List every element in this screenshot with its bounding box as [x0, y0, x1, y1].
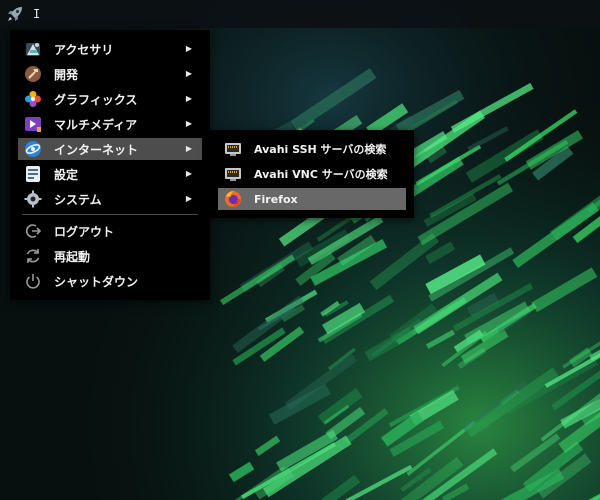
menu-item-system[interactable]: システム ▶ [18, 188, 202, 210]
network-server-icon [223, 164, 243, 184]
menu-item-accessories[interactable]: アクセサリ ▶ [18, 38, 202, 60]
chevron-right-icon: ▶ [185, 94, 192, 103]
graphics-icon [23, 89, 43, 109]
menu-item-internet[interactable]: インターネット ▶ [18, 138, 202, 160]
rocket-icon[interactable] [4, 3, 26, 25]
development-icon [23, 64, 43, 84]
reboot-icon [23, 246, 43, 266]
network-server-icon [223, 139, 243, 159]
firefox-icon [223, 189, 243, 209]
application-menu: アクセサリ ▶ 開発 ▶ グラフィックス ▶ マルチメディア ▶ インターネット… [10, 30, 210, 300]
menu-item-settings[interactable]: 設定 ▶ [18, 163, 202, 185]
menu-item-reboot[interactable]: 再起動 [18, 245, 202, 267]
internet-submenu: Avahi SSH サーバの検索 Avahi VNC サーバの検索 Firefo… [210, 130, 414, 218]
logout-icon [23, 221, 43, 241]
internet-icon [23, 139, 43, 159]
menu-item-development[interactable]: 開発 ▶ [18, 63, 202, 85]
chevron-right-icon: ▶ [185, 194, 192, 203]
menu-item-shutdown[interactable]: シャットダウン [18, 270, 202, 292]
submenu-item-avahi-ssh[interactable]: Avahi SSH サーバの検索 [218, 138, 406, 160]
menu-item-logout[interactable]: ログアウト [18, 220, 202, 242]
submenu-item-firefox[interactable]: Firefox [218, 188, 406, 210]
settings-icon [23, 164, 43, 184]
text-cursor: I [33, 7, 41, 21]
system-icon [23, 189, 43, 209]
menu-separator [22, 214, 198, 215]
top-panel: I [0, 0, 600, 28]
chevron-right-icon: ▶ [185, 144, 192, 153]
submenu-item-avahi-vnc[interactable]: Avahi VNC サーバの検索 [218, 163, 406, 185]
chevron-right-icon: ▶ [185, 69, 192, 78]
menu-item-graphics[interactable]: グラフィックス ▶ [18, 88, 202, 110]
chevron-right-icon: ▶ [185, 169, 192, 178]
menu-item-multimedia[interactable]: マルチメディア ▶ [18, 113, 202, 135]
accessories-icon [23, 39, 43, 59]
multimedia-icon [23, 114, 43, 134]
chevron-right-icon: ▶ [185, 119, 192, 128]
chevron-right-icon: ▶ [185, 44, 192, 53]
shutdown-icon [23, 271, 43, 291]
